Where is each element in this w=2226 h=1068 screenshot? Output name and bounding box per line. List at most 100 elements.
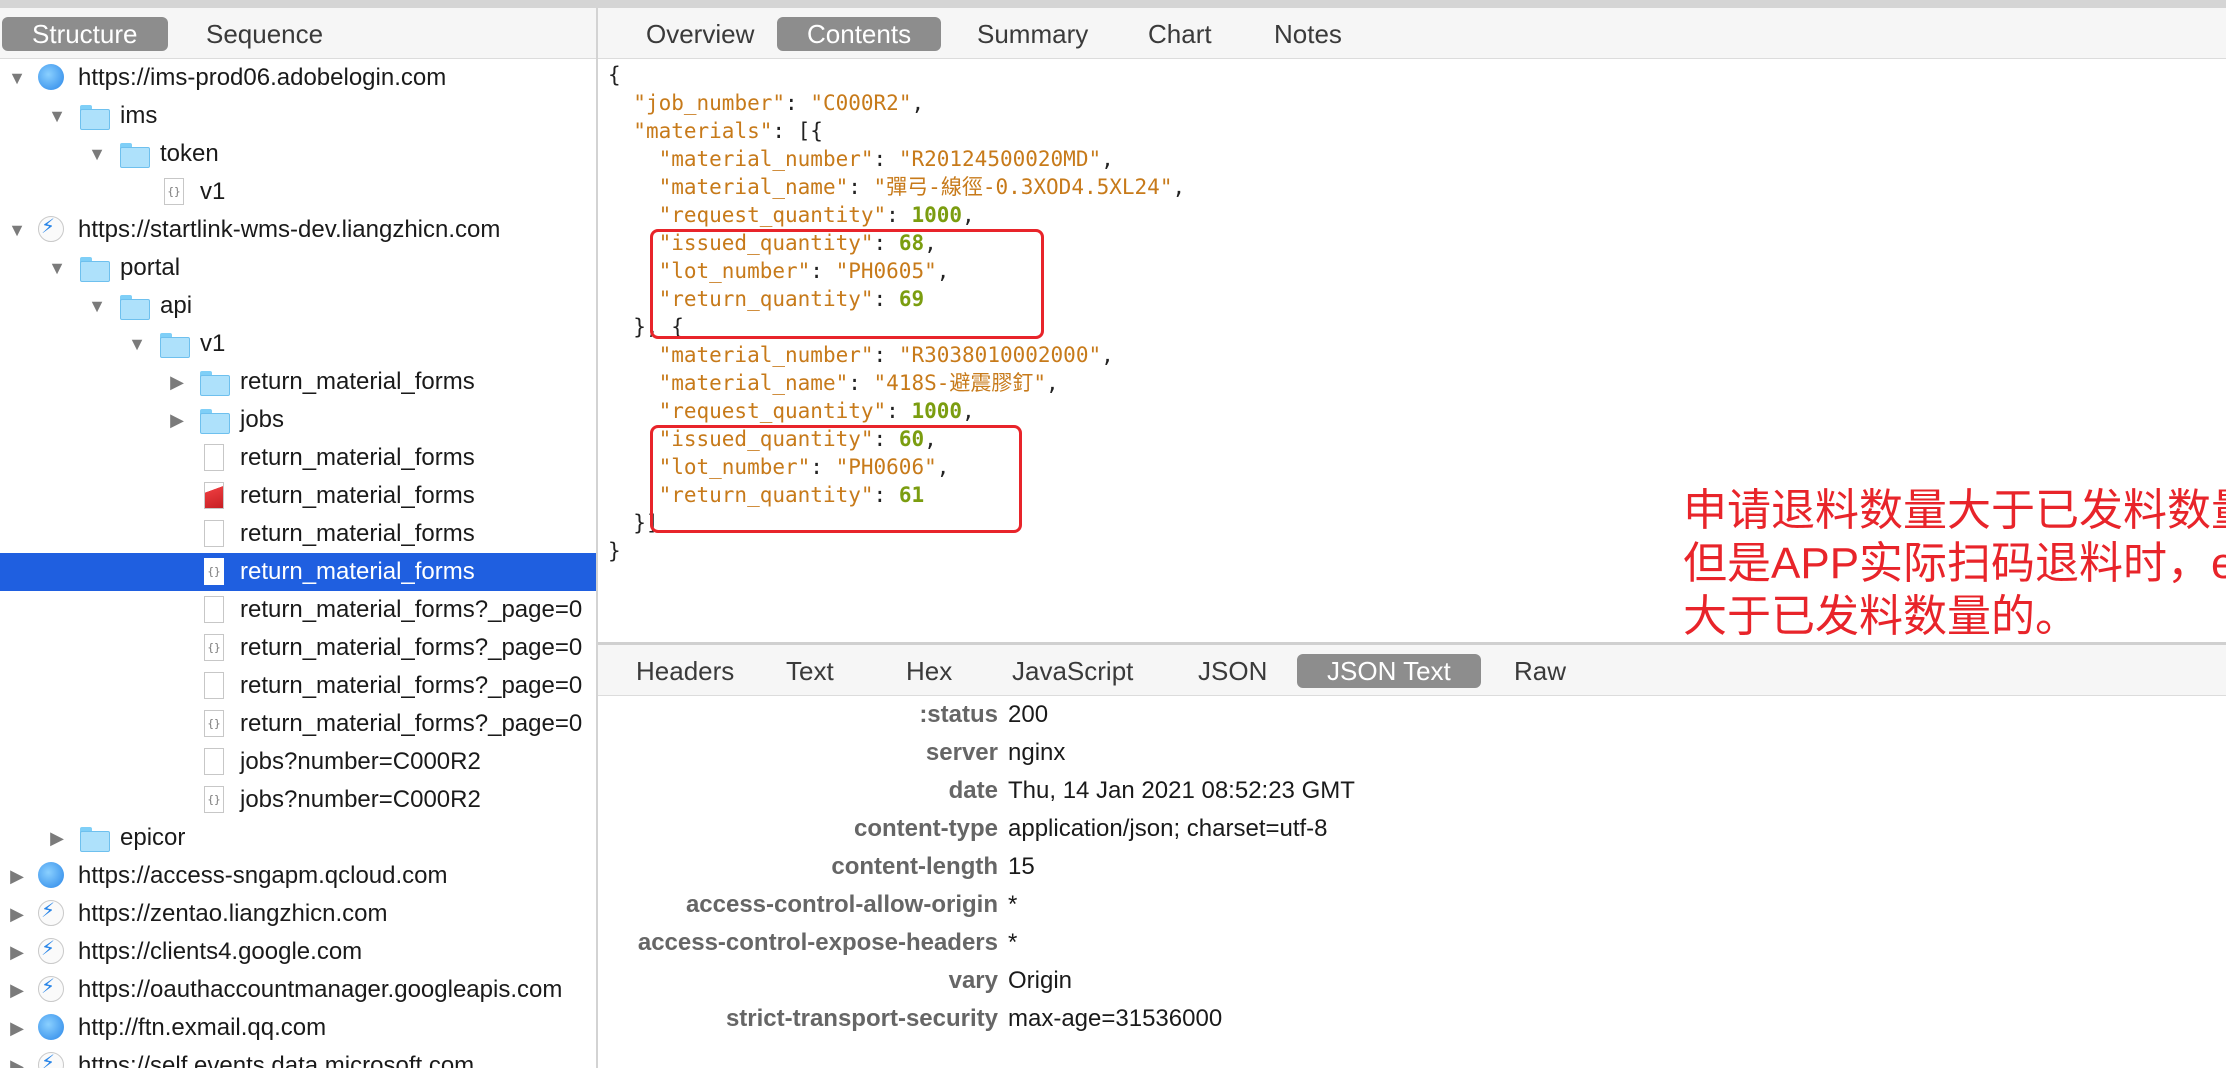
disclosure-expanded-icon[interactable]: ▼ <box>46 249 68 287</box>
disclosure-collapsed-icon[interactable]: ▶ <box>6 933 28 971</box>
json-number: 1000 <box>911 203 963 227</box>
left-tab-bar: Structure Sequence <box>0 8 596 59</box>
folder-icon <box>78 102 110 130</box>
json-string: "C000R2" <box>810 91 912 115</box>
tab-sequence[interactable]: Sequence <box>176 17 353 51</box>
tree-row[interactable]: jobs?number=C000R2 <box>0 781 596 819</box>
folder-icon <box>118 140 150 168</box>
tab-hex[interactable]: Hex <box>876 654 982 688</box>
tab-structure[interactable]: Structure <box>2 17 168 51</box>
tree-row-label: https://ims-prod06.adobelogin.com <box>78 64 447 91</box>
tree-row-label: portal <box>120 254 181 281</box>
tree-row[interactable]: return_material_forms <box>0 439 596 477</box>
tree-row[interactable]: ▶ epicor <box>0 819 596 857</box>
tree-row-label: epicor <box>120 824 186 851</box>
tree-row-label: jobs <box>240 406 285 433</box>
disclosure-expanded-icon[interactable]: ▼ <box>6 59 28 97</box>
tab-text[interactable]: Text <box>756 654 864 688</box>
tree-row[interactable]: return_material_forms <box>0 515 596 553</box>
json-punct: : <box>785 91 811 115</box>
json-code-line: "material_number": "R20124500020MD", <box>608 145 1114 173</box>
json-punct <box>608 371 659 395</box>
tree-row[interactable]: ▶ return_material_forms <box>0 363 596 401</box>
tab-chart[interactable]: Chart <box>1118 17 1242 51</box>
tree-row[interactable]: return_material_forms <box>0 553 596 591</box>
disclosure-collapsed-icon[interactable]: ▶ <box>6 971 28 1009</box>
tree-row[interactable]: ▶ https://oauthaccountmanager.googleapis.… <box>0 971 596 1009</box>
json-punct: : <box>873 343 899 367</box>
header-row: strict-transport-security max-age=3153600… <box>598 1000 2226 1038</box>
json-string: "418S-避震膠釘" <box>873 371 1047 395</box>
disclosure-collapsed-icon[interactable]: ▶ <box>166 401 188 439</box>
lightning-icon <box>36 1048 66 1068</box>
disclosure-collapsed-icon[interactable]: ▶ <box>166 363 188 401</box>
json-punct: } <box>608 539 621 563</box>
annotation-note: 申请退料数量大于已发料数量，这里可以新增成功， 但是APP实际扫码退料时，epi… <box>1683 484 2226 641</box>
json-punct <box>608 203 659 227</box>
tab-headers[interactable]: Headers <box>606 654 764 688</box>
tree-row[interactable]: ▼ https://ims-prod06.adobelogin.com <box>0 59 596 97</box>
tree-row[interactable]: ▼ v1 <box>0 325 596 363</box>
json-code-line: } <box>608 537 621 565</box>
disclosure-collapsed-icon[interactable]: ▶ <box>6 1009 28 1047</box>
tab-raw[interactable]: Raw <box>1484 654 1596 688</box>
tree-row[interactable]: ▶ https://self.events.data.microsoft.com <box>0 1047 596 1068</box>
annotation-line-2: 但是APP实际扫码退料时，epicor是不允许退料数量 <box>1683 539 2226 588</box>
json-key: "materials" <box>633 119 773 143</box>
folder-icon <box>198 368 230 396</box>
json-code-line: "job_number": "C000R2", <box>608 89 924 117</box>
json-punct <box>608 175 659 199</box>
json-string: "R3038010002000" <box>898 343 1102 367</box>
window-top-edge <box>0 0 2226 8</box>
tree-row[interactable]: jobs?number=C000R2 <box>0 743 596 781</box>
tree-row[interactable]: return_material_forms?_page=0 <box>0 705 596 743</box>
tree-row[interactable]: ▶ https://zentao.liangzhicn.com <box>0 895 596 933</box>
json-punct <box>608 399 659 423</box>
tab-summary[interactable]: Summary <box>947 17 1118 51</box>
highlight-box-item-1 <box>650 229 1044 339</box>
tab-json-text[interactable]: JSON Text <box>1297 654 1481 688</box>
tree-row[interactable]: ▼ https://startlink-wms-dev.liangzhicn.co… <box>0 211 596 249</box>
tree-row[interactable]: ▼ api <box>0 287 596 325</box>
json-punct: : <box>886 399 912 423</box>
document-icon <box>198 520 228 548</box>
disclosure-collapsed-icon[interactable]: ▶ <box>46 819 68 857</box>
disclosure-expanded-icon[interactable]: ▼ <box>86 135 108 173</box>
tree-row[interactable]: return_material_forms?_page=0 <box>0 591 596 629</box>
tree-row[interactable]: return_material_forms <box>0 477 596 515</box>
tree-row[interactable]: v1 <box>0 173 596 211</box>
document-icon <box>198 672 228 700</box>
disclosure-collapsed-icon[interactable]: ▶ <box>6 1047 28 1068</box>
tab-javascript[interactable]: JavaScript <box>982 654 1163 688</box>
folder-icon <box>118 292 150 320</box>
header-value: * <box>1008 929 1018 956</box>
header-row: access-control-allow-origin * <box>598 886 2226 924</box>
disclosure-collapsed-icon[interactable]: ▶ <box>6 895 28 933</box>
tree-row[interactable]: ▶ jobs <box>0 401 596 439</box>
disclosure-collapsed-icon[interactable]: ▶ <box>6 857 28 895</box>
tab-notes[interactable]: Notes <box>1244 17 1372 51</box>
tab-json[interactable]: JSON <box>1168 654 1297 688</box>
disclosure-expanded-icon[interactable]: ▼ <box>126 325 148 363</box>
disclosure-expanded-icon[interactable]: ▼ <box>86 287 108 325</box>
tree-row[interactable]: ▼ ims <box>0 97 596 135</box>
json-content-view[interactable]: } }] "return_quantity": 61 "lot_number":… <box>598 59 2226 641</box>
tree-row[interactable]: ▶ https://clients4.google.com <box>0 933 596 971</box>
document-icon <box>198 444 228 472</box>
tree-row[interactable]: return_material_forms?_page=0 <box>0 629 596 667</box>
tree-row[interactable]: return_material_forms?_page=0 <box>0 667 596 705</box>
tree-row[interactable]: ▶ http://ftn.exmail.qq.com <box>0 1009 596 1047</box>
tree-row[interactable]: ▶ https://access-sngapm.qcloud.com <box>0 857 596 895</box>
disclosure-expanded-icon[interactable]: ▼ <box>46 97 68 135</box>
tree-row-label: https://access-sngapm.qcloud.com <box>78 862 448 889</box>
tree-row[interactable]: ▼ portal <box>0 249 596 287</box>
disclosure-expanded-icon[interactable]: ▼ <box>6 211 28 249</box>
tab-overview[interactable]: Overview <box>616 17 784 51</box>
tree-row-label: v1 <box>200 330 226 357</box>
annotation-line-3: 大于已发料数量的。 <box>1683 592 2079 641</box>
bottom-tab-bar: Headers Text Hex JavaScript JSON JSON Te… <box>598 645 2226 696</box>
tree-row[interactable]: ▼ token <box>0 135 596 173</box>
tab-contents[interactable]: Contents <box>777 17 942 51</box>
json-punct: , <box>962 203 975 227</box>
json-punct: : [{ <box>772 119 823 143</box>
